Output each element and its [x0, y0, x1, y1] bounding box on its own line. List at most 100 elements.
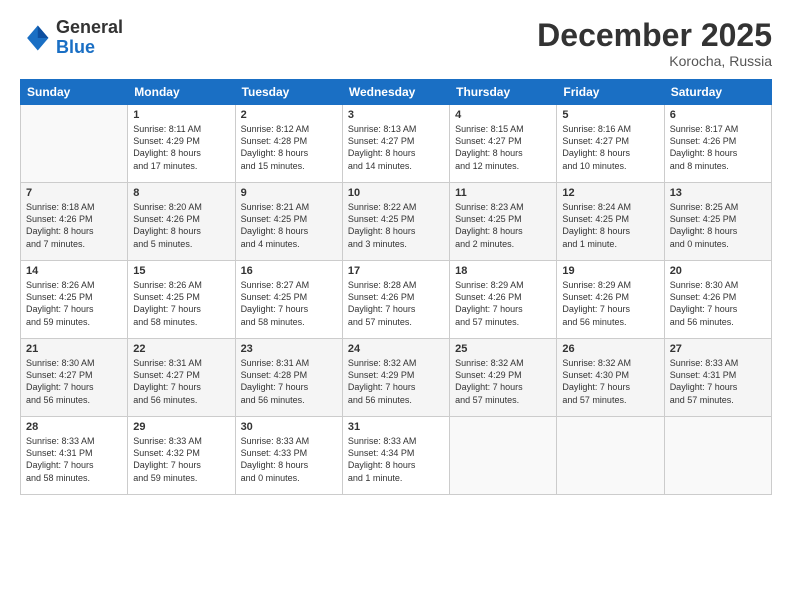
weekday-header-tuesday: Tuesday [235, 80, 342, 105]
weekday-header-monday: Monday [128, 80, 235, 105]
day-info: Sunrise: 8:29 AM Sunset: 4:26 PM Dayligh… [562, 279, 658, 328]
logo-blue: Blue [56, 37, 95, 57]
week-row-3: 21 Sunrise: 8:30 AM Sunset: 4:27 PM Dayli… [21, 339, 772, 417]
calendar-cell: 21 Sunrise: 8:30 AM Sunset: 4:27 PM Dayli… [21, 339, 128, 417]
day-number: 17 [348, 265, 444, 277]
day-number: 21 [26, 343, 122, 355]
week-row-2: 14Sunrise: 8:26 AM Sunset: 4:25 PM Dayli… [21, 261, 772, 339]
week-row-0: 1 Sunrise: 8:11 AM Sunset: 4:29 PM Daylig… [21, 105, 772, 183]
calendar-cell: 14Sunrise: 8:26 AM Sunset: 4:25 PM Dayli… [21, 261, 128, 339]
day-number: 23 [241, 343, 337, 355]
calendar-cell: 27Sunrise: 8:33 AM Sunset: 4:31 PM Dayli… [664, 339, 771, 417]
calendar-cell: 5 Sunrise: 8:16 AM Sunset: 4:27 PM Daylig… [557, 105, 664, 183]
calendar-cell: 26 Sunrise: 8:32 AM Sunset: 4:30 PM Dayli… [557, 339, 664, 417]
calendar-cell: 25 Sunrise: 8:32 AM Sunset: 4:29 PM Dayli… [450, 339, 557, 417]
day-info: Sunrise: 8:31 AM Sunset: 4:28 PM Dayligh… [241, 357, 337, 406]
day-number: 11 [455, 187, 551, 199]
day-number: 5 [562, 109, 658, 121]
day-info: Sunrise: 8:20 AM Sunset: 4:26 PM Dayligh… [133, 201, 229, 250]
calendar-cell: 28 Sunrise: 8:33 AM Sunset: 4:31 PM Dayli… [21, 417, 128, 495]
calendar-cell: 22 Sunrise: 8:31 AM Sunset: 4:27 PM Dayli… [128, 339, 235, 417]
day-info: Sunrise: 8:31 AM Sunset: 4:27 PM Dayligh… [133, 357, 229, 406]
day-info: Sunrise: 8:17 AM Sunset: 4:26 PM Dayligh… [670, 123, 766, 172]
day-number: 30 [241, 421, 337, 433]
calendar-cell: 23 Sunrise: 8:31 AM Sunset: 4:28 PM Dayli… [235, 339, 342, 417]
day-number: 24 [348, 343, 444, 355]
day-info: Sunrise: 8:32 AM Sunset: 4:30 PM Dayligh… [562, 357, 658, 406]
logo: General Blue [20, 18, 123, 58]
day-info: Sunrise: 8:21 AM Sunset: 4:25 PM Dayligh… [241, 201, 337, 250]
calendar-cell: 30 Sunrise: 8:33 AM Sunset: 4:33 PM Dayli… [235, 417, 342, 495]
day-number: 15 [133, 265, 229, 277]
calendar-cell [557, 417, 664, 495]
weekday-header-saturday: Saturday [664, 80, 771, 105]
calendar-cell [21, 105, 128, 183]
location: Korocha, Russia [537, 53, 772, 69]
day-number: 20 [670, 265, 766, 277]
page: General Blue December 2025 Korocha, Russ… [0, 0, 792, 612]
day-number: 28 [26, 421, 122, 433]
day-number: 18 [455, 265, 551, 277]
day-info: Sunrise: 8:32 AM Sunset: 4:29 PM Dayligh… [348, 357, 444, 406]
day-number: 12 [562, 187, 658, 199]
weekday-header-sunday: Sunday [21, 80, 128, 105]
calendar-cell [664, 417, 771, 495]
day-number: 7 [26, 187, 122, 199]
day-info: Sunrise: 8:33 AM Sunset: 4:34 PM Dayligh… [348, 435, 444, 484]
calendar-cell: 13Sunrise: 8:25 AM Sunset: 4:25 PM Dayli… [664, 183, 771, 261]
weekday-header-row: SundayMondayTuesdayWednesdayThursdayFrid… [21, 80, 772, 105]
logo-text: General Blue [56, 18, 123, 58]
weekday-header-thursday: Thursday [450, 80, 557, 105]
day-number: 6 [670, 109, 766, 121]
day-number: 26 [562, 343, 658, 355]
day-info: Sunrise: 8:33 AM Sunset: 4:31 PM Dayligh… [26, 435, 122, 484]
calendar-cell: 18 Sunrise: 8:29 AM Sunset: 4:26 PM Dayli… [450, 261, 557, 339]
day-info: Sunrise: 8:18 AM Sunset: 4:26 PM Dayligh… [26, 201, 122, 250]
day-number: 29 [133, 421, 229, 433]
day-info: Sunrise: 8:26 AM Sunset: 4:25 PM Dayligh… [133, 279, 229, 328]
day-number: 10 [348, 187, 444, 199]
calendar-cell: 17 Sunrise: 8:28 AM Sunset: 4:26 PM Dayli… [342, 261, 449, 339]
calendar-cell: 12 Sunrise: 8:24 AM Sunset: 4:25 PM Dayli… [557, 183, 664, 261]
day-number: 25 [455, 343, 551, 355]
day-info: Sunrise: 8:26 AM Sunset: 4:25 PM Dayligh… [26, 279, 122, 328]
day-info: Sunrise: 8:16 AM Sunset: 4:27 PM Dayligh… [562, 123, 658, 172]
day-number: 2 [241, 109, 337, 121]
day-info: Sunrise: 8:13 AM Sunset: 4:27 PM Dayligh… [348, 123, 444, 172]
calendar-cell [450, 417, 557, 495]
calendar-cell: 4Sunrise: 8:15 AM Sunset: 4:27 PM Daylig… [450, 105, 557, 183]
week-row-1: 7 Sunrise: 8:18 AM Sunset: 4:26 PM Daylig… [21, 183, 772, 261]
day-number: 13 [670, 187, 766, 199]
calendar-cell: 24 Sunrise: 8:32 AM Sunset: 4:29 PM Dayli… [342, 339, 449, 417]
calendar-cell: 11Sunrise: 8:23 AM Sunset: 4:25 PM Dayli… [450, 183, 557, 261]
day-info: Sunrise: 8:30 AM Sunset: 4:27 PM Dayligh… [26, 357, 122, 406]
weekday-header-wednesday: Wednesday [342, 80, 449, 105]
day-number: 22 [133, 343, 229, 355]
calendar-cell: 7 Sunrise: 8:18 AM Sunset: 4:26 PM Daylig… [21, 183, 128, 261]
week-row-4: 28 Sunrise: 8:33 AM Sunset: 4:31 PM Dayli… [21, 417, 772, 495]
day-info: Sunrise: 8:15 AM Sunset: 4:27 PM Dayligh… [455, 123, 551, 172]
day-info: Sunrise: 8:11 AM Sunset: 4:29 PM Dayligh… [133, 123, 229, 172]
month-title: December 2025 [537, 18, 772, 53]
calendar-cell: 16Sunrise: 8:27 AM Sunset: 4:25 PM Dayli… [235, 261, 342, 339]
calendar-cell: 20Sunrise: 8:30 AM Sunset: 4:26 PM Dayli… [664, 261, 771, 339]
calendar-cell: 6 Sunrise: 8:17 AM Sunset: 4:26 PM Daylig… [664, 105, 771, 183]
day-info: Sunrise: 8:29 AM Sunset: 4:26 PM Dayligh… [455, 279, 551, 328]
day-info: Sunrise: 8:24 AM Sunset: 4:25 PM Dayligh… [562, 201, 658, 250]
day-number: 3 [348, 109, 444, 121]
header: General Blue December 2025 Korocha, Russ… [20, 18, 772, 69]
day-info: Sunrise: 8:33 AM Sunset: 4:33 PM Dayligh… [241, 435, 337, 484]
calendar-cell: 8 Sunrise: 8:20 AM Sunset: 4:26 PM Daylig… [128, 183, 235, 261]
calendar-cell: 1 Sunrise: 8:11 AM Sunset: 4:29 PM Daylig… [128, 105, 235, 183]
day-number: 27 [670, 343, 766, 355]
day-number: 19 [562, 265, 658, 277]
day-info: Sunrise: 8:33 AM Sunset: 4:32 PM Dayligh… [133, 435, 229, 484]
day-number: 16 [241, 265, 337, 277]
day-number: 8 [133, 187, 229, 199]
logo-general: General [56, 17, 123, 37]
day-number: 31 [348, 421, 444, 433]
calendar-cell: 19 Sunrise: 8:29 AM Sunset: 4:26 PM Dayli… [557, 261, 664, 339]
day-number: 1 [133, 109, 229, 121]
day-info: Sunrise: 8:28 AM Sunset: 4:26 PM Dayligh… [348, 279, 444, 328]
day-info: Sunrise: 8:32 AM Sunset: 4:29 PM Dayligh… [455, 357, 551, 406]
